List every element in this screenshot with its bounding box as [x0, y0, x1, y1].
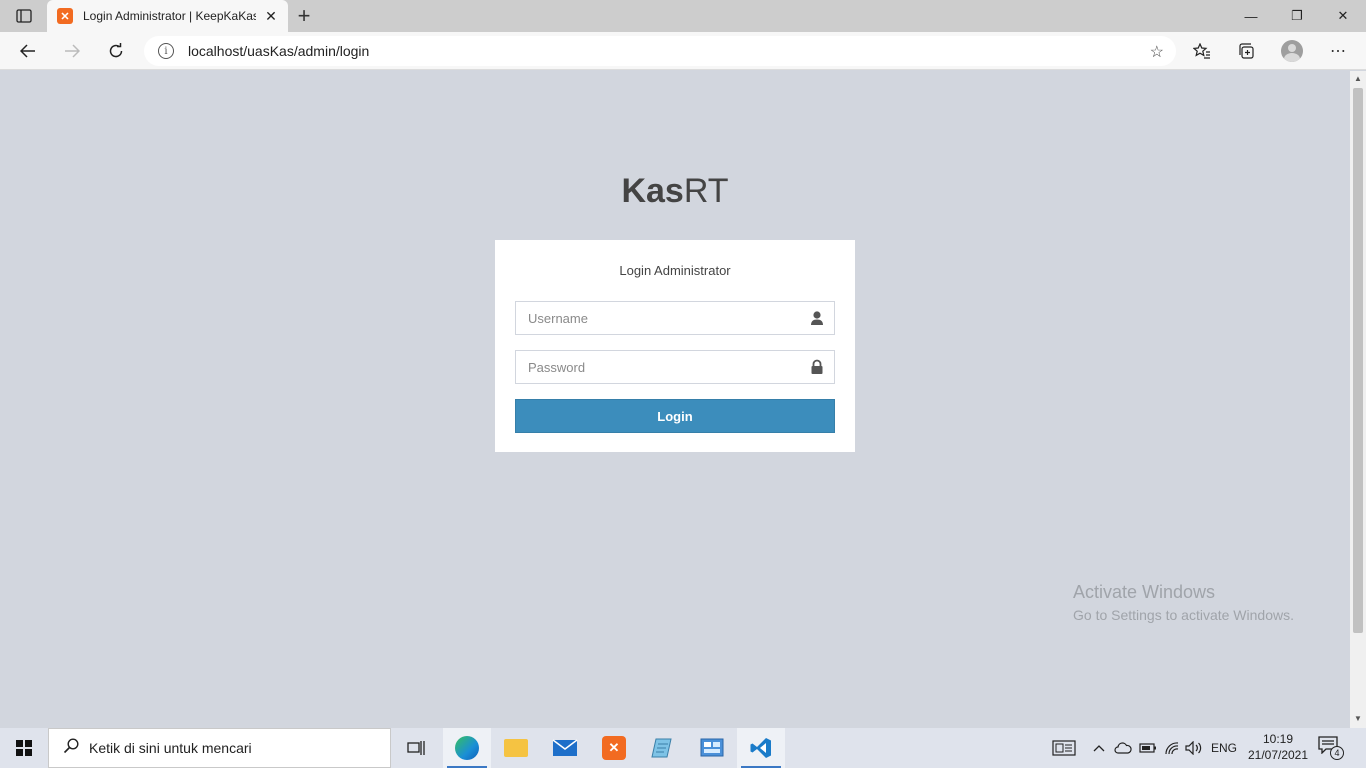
battery-icon[interactable]	[1137, 728, 1159, 768]
tab-title: Login Administrator | KeepKaKas	[83, 9, 256, 23]
notepad-icon	[651, 738, 672, 758]
start-button[interactable]	[0, 728, 48, 768]
url-text[interactable]: localhost/uasKas/admin/login	[188, 43, 369, 59]
login-box: Login Administrator Login	[495, 240, 855, 452]
user-icon	[809, 310, 825, 326]
taskbar-clock[interactable]: 10:19 21/07/2021	[1244, 731, 1312, 763]
browser-tab-strip: ✕ Login Administrator | KeepKaKas ✕ + — …	[0, 0, 1366, 32]
notepad-taskbar-button[interactable]	[639, 728, 687, 768]
scroll-up-icon[interactable]: ▲	[1354, 74, 1362, 83]
edge-taskbar-button[interactable]	[443, 728, 491, 768]
edge-icon	[455, 736, 479, 760]
login-box-message: Login Administrator	[619, 263, 731, 278]
site-logo[interactable]: KasRT	[0, 172, 1350, 211]
search-placeholder: Ketik di sini untuk mencari	[89, 740, 252, 756]
volume-icon[interactable]	[1183, 728, 1205, 768]
browser-toolbar: i localhost/uasKas/admin/login ☆ ⋯	[0, 32, 1366, 70]
windows-logo-icon	[16, 740, 32, 756]
logo-bold-text: Kas	[621, 172, 684, 210]
new-tab-button[interactable]: +	[292, 3, 316, 28]
search-icon	[63, 737, 79, 759]
xampp-icon: ✕	[602, 736, 626, 760]
favorites-icon[interactable]	[1188, 37, 1216, 65]
scroll-down-icon[interactable]: ▼	[1354, 714, 1362, 723]
wifi-icon[interactable]	[1161, 728, 1183, 768]
avatar	[1281, 40, 1303, 62]
close-window-button[interactable]: ✕	[1320, 0, 1366, 32]
watermark-subtitle: Go to Settings to activate Windows.	[1073, 607, 1294, 623]
page-viewport: KasRT Login Administrator Login	[0, 71, 1350, 728]
control-panel-taskbar-button[interactable]	[688, 728, 736, 768]
control-panel-icon	[700, 738, 724, 757]
clock-date: 21/07/2021	[1247, 748, 1309, 762]
forward-icon[interactable]	[58, 37, 86, 65]
task-view-button[interactable]	[392, 728, 440, 768]
folder-icon	[504, 739, 528, 757]
clock-time: 10:19	[1262, 732, 1294, 746]
notification-count-badge: 4	[1330, 746, 1344, 760]
activate-windows-watermark: Activate Windows Go to Settings to activ…	[1073, 582, 1294, 623]
scroll-thumb[interactable]	[1353, 88, 1363, 633]
file-explorer-taskbar-button[interactable]	[492, 728, 540, 768]
add-favorite-icon[interactable]: ☆	[1150, 42, 1164, 62]
language-indicator[interactable]: ENG	[1208, 728, 1240, 768]
tab-actions-icon[interactable]	[10, 7, 38, 25]
notification-center-button[interactable]: 4	[1318, 736, 1346, 760]
lock-icon	[809, 359, 825, 375]
news-widget-icon[interactable]	[1050, 728, 1078, 768]
xampp-favicon-icon: ✕	[57, 8, 73, 24]
password-group	[515, 350, 835, 384]
profile-avatar[interactable]	[1278, 37, 1306, 65]
taskbar-search[interactable]: Ketik di sini untuk mencari	[48, 728, 391, 768]
address-bar[interactable]: i localhost/uasKas/admin/login ☆	[144, 36, 1176, 66]
back-icon[interactable]	[14, 37, 42, 65]
restore-button[interactable]: ❐	[1274, 0, 1320, 32]
logo-light-text: RT	[683, 172, 729, 210]
active-tab[interactable]: ✕ Login Administrator | KeepKaKas ✕	[47, 0, 288, 32]
windows-taskbar: Ketik di sini untuk mencari ✕ ENG 10:19 …	[0, 728, 1366, 768]
vscode-taskbar-button[interactable]	[737, 728, 785, 768]
password-input[interactable]	[515, 350, 835, 384]
collections-icon[interactable]	[1232, 37, 1260, 65]
vscode-icon	[750, 738, 771, 758]
info-icon[interactable]: i	[158, 43, 174, 59]
tab-close-icon[interactable]: ✕	[262, 7, 280, 25]
window-controls: — ❐ ✕	[1228, 0, 1366, 32]
login-button[interactable]: Login	[515, 399, 835, 433]
more-icon[interactable]: ⋯	[1324, 37, 1352, 65]
username-input[interactable]	[515, 301, 835, 335]
watermark-title: Activate Windows	[1073, 582, 1216, 602]
task-view-icon	[407, 741, 425, 755]
minimize-button[interactable]: —	[1228, 0, 1274, 32]
refresh-icon[interactable]	[102, 37, 130, 65]
username-group	[515, 301, 835, 335]
mail-icon	[552, 739, 578, 756]
page-scrollbar[interactable]: ▲ ▼	[1350, 71, 1366, 728]
xampp-taskbar-button[interactable]: ✕	[590, 728, 638, 768]
chevron-up-icon[interactable]	[1090, 728, 1108, 768]
onedrive-icon[interactable]	[1112, 728, 1134, 768]
mail-taskbar-button[interactable]	[541, 728, 589, 768]
